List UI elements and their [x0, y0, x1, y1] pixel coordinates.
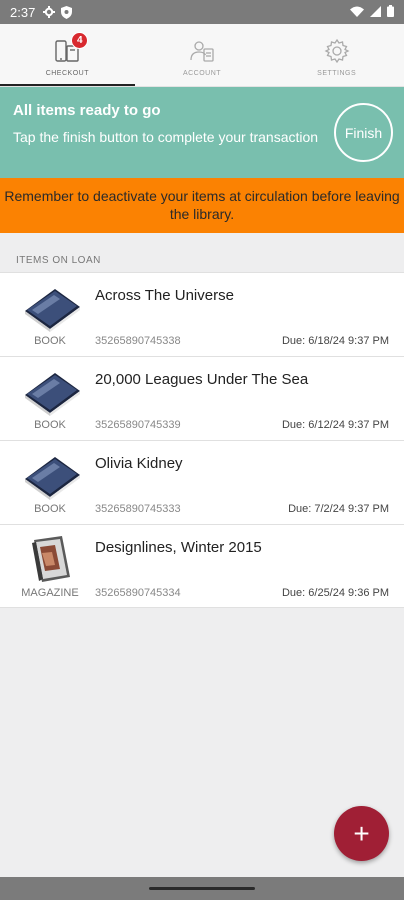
checkout-icon: 4	[52, 32, 89, 66]
item-barcode: 35265890745338	[95, 335, 181, 347]
checkout-count-badge: 4	[71, 32, 89, 49]
add-item-button[interactable]: +	[334, 806, 389, 861]
tab-settings-label: SETTINGS	[317, 70, 357, 77]
list-item[interactable]: MAGAZINE Designlines, Winter 2015 352658…	[0, 524, 404, 608]
book-cover-icon	[22, 451, 82, 501]
item-type: BOOK	[34, 335, 66, 347]
status-bar: 2:37	[0, 0, 404, 24]
magazine-cover-icon	[22, 535, 82, 585]
finish-button[interactable]: Finish	[334, 103, 393, 162]
book-cover-icon	[22, 283, 82, 333]
settings-status-icon	[43, 6, 56, 18]
book-cover-icon	[22, 367, 82, 417]
signal-icon	[370, 5, 381, 20]
system-nav-bar	[0, 877, 404, 900]
ready-title: All items ready to go	[13, 102, 161, 119]
list-item[interactable]: BOOK Across The Universe 35265890745338 …	[0, 272, 404, 356]
item-due-date: Due: 7/2/24 9:37 PM	[288, 503, 389, 515]
item-barcode: 35265890745339	[95, 419, 181, 431]
items-on-loan-header: ITEMS ON LOAN	[16, 255, 101, 266]
ready-description: Tap the finish button to complete your t…	[13, 129, 319, 145]
tab-checkout[interactable]: 4 CHECKOUT	[0, 24, 135, 86]
tab-checkout-label: CHECKOUT	[45, 70, 89, 77]
item-type: MAGAZINE	[21, 587, 79, 599]
item-barcode: 35265890745334	[95, 587, 181, 599]
item-type: BOOK	[34, 419, 66, 431]
gear-icon	[322, 36, 352, 66]
tab-settings[interactable]: SETTINGS	[269, 24, 404, 86]
deactivate-warning-banner: Remember to deactivate your items at cir…	[0, 178, 404, 233]
ready-banner: All items ready to go Tap the finish but…	[0, 87, 404, 178]
wifi-icon	[350, 5, 364, 20]
loan-list: BOOK Across The Universe 35265890745338 …	[0, 272, 404, 608]
battery-icon	[387, 4, 394, 20]
account-icon	[187, 36, 217, 66]
tab-account[interactable]: ACCOUNT	[135, 24, 270, 86]
tab-account-label: ACCOUNT	[182, 70, 222, 77]
list-item[interactable]: BOOK 20,000 Leagues Under The Sea 352658…	[0, 356, 404, 440]
item-barcode: 35265890745333	[95, 503, 181, 515]
item-due-date: Due: 6/25/24 9:36 PM	[281, 587, 389, 599]
item-due-date: Due: 6/12/24 9:37 PM	[281, 419, 389, 431]
item-due-date: Due: 6/18/24 9:37 PM	[281, 335, 389, 347]
status-time: 2:37	[10, 4, 36, 20]
item-title: Olivia Kidney	[95, 455, 183, 472]
item-title: Across The Universe	[95, 287, 234, 304]
tab-bar: 4 CHECKOUT ACCOUNT SETTINGS	[0, 24, 404, 87]
shield-status-icon	[61, 5, 73, 19]
home-gesture-handle[interactable]	[149, 887, 255, 890]
item-title: 20,000 Leagues Under The Sea	[95, 371, 309, 388]
item-type: BOOK	[34, 503, 66, 515]
item-title: Designlines, Winter 2015	[95, 539, 262, 556]
list-item[interactable]: BOOK Olivia Kidney 35265890745333 Due: 7…	[0, 440, 404, 524]
